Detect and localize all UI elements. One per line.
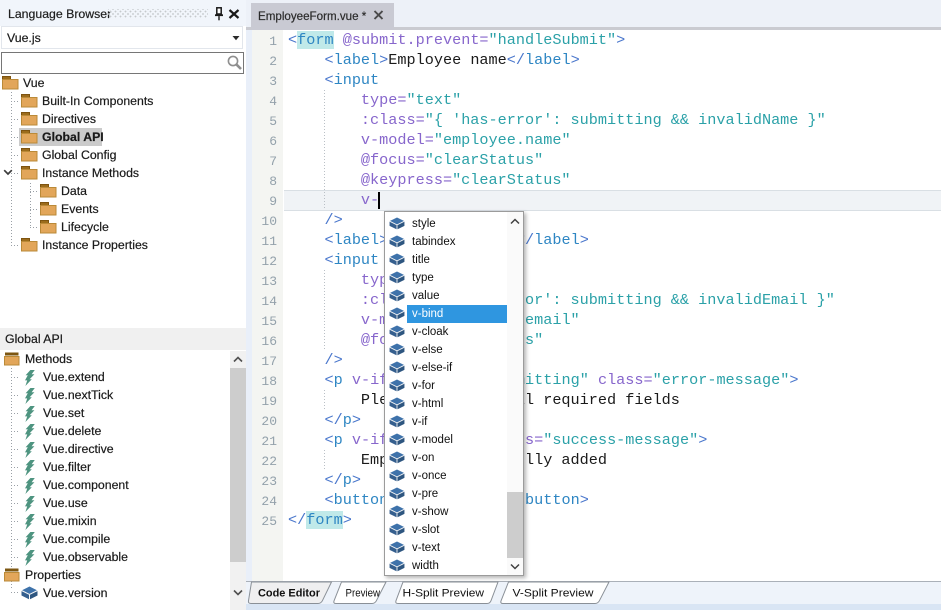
svg-text:H-Split Preview: H-Split Preview (403, 588, 485, 600)
svg-text:V-Split Preview: V-Split Preview (513, 588, 595, 600)
svg-text:Code Editor: Code Editor (258, 588, 321, 600)
svg-text:Preview: Preview (346, 588, 381, 600)
